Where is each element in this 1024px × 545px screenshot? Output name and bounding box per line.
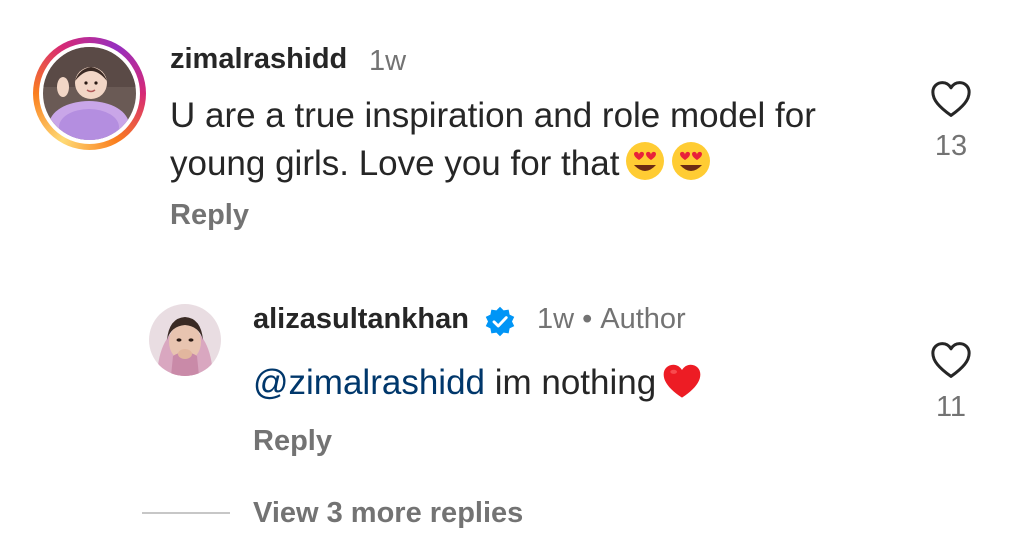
reply-username[interactable]: alizasultankhan	[253, 303, 469, 336]
reply-like-group: 11	[921, 341, 981, 424]
reply-button[interactable]: Reply	[170, 199, 249, 232]
heart-outline-icon[interactable]	[930, 80, 972, 118]
comment-like-count[interactable]: 13	[921, 130, 981, 163]
reply-avatar[interactable]	[149, 304, 221, 376]
red-heart-emoji	[662, 362, 702, 413]
comment-timestamp[interactable]: 1w	[369, 45, 406, 78]
heart-eyes-emoji	[625, 141, 665, 194]
reply-meta: 1w • Author	[537, 303, 686, 336]
reply-to-reply-button[interactable]: Reply	[253, 425, 332, 458]
heart-outline-icon[interactable]	[930, 341, 972, 379]
view-more-replies-button[interactable]: View 3 more replies	[253, 497, 523, 530]
reply-text: @zimalrashidd im nothing	[253, 359, 873, 413]
reply-like-count[interactable]: 11	[921, 391, 981, 424]
heart-eyes-emoji	[671, 141, 711, 194]
avatar	[43, 47, 136, 140]
mention-link[interactable]: @zimalrashidd	[253, 363, 485, 402]
author-badge: Author	[600, 303, 686, 335]
meta-separator: •	[582, 303, 593, 335]
avatar-story-ring[interactable]	[33, 37, 146, 150]
comment-text-content: U are a true inspiration and role model …	[170, 96, 816, 183]
reply-text-content: im nothing	[485, 363, 657, 402]
verified-badge-icon	[485, 306, 515, 337]
comment-username[interactable]: zimalrashidd	[170, 43, 347, 76]
reply-timestamp[interactable]: 1w	[537, 303, 574, 335]
comment-text: U are a true inspiration and role model …	[170, 92, 870, 194]
replies-divider	[142, 512, 230, 514]
comments-thread: zimalrashidd 1w U are a true inspiration…	[0, 0, 1024, 545]
comment-like-group: 13	[921, 80, 981, 163]
